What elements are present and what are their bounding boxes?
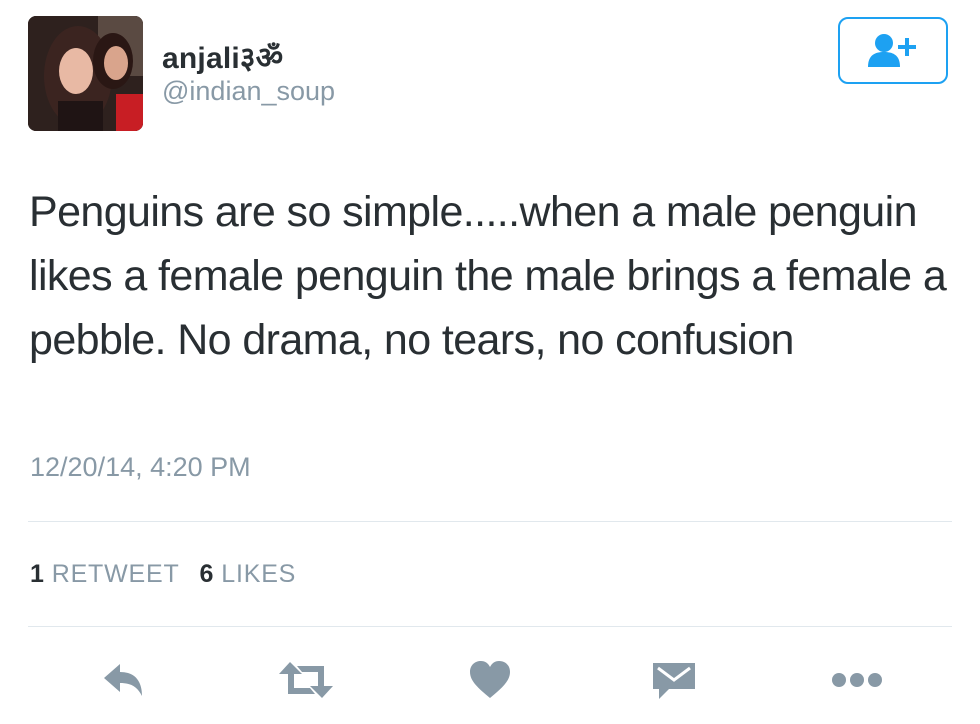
follow-button[interactable] bbox=[838, 17, 948, 84]
timestamp[interactable]: 12/20/14, 4:20 PM bbox=[30, 452, 251, 483]
avatar[interactable] bbox=[28, 16, 143, 131]
reply-icon bbox=[104, 664, 142, 696]
display-name[interactable]: anjali३ॐ bbox=[162, 36, 283, 77]
action-bar bbox=[0, 652, 980, 712]
tweet-stats: 1 RETWEET 6 LIKES bbox=[30, 560, 296, 589]
reply-button[interactable] bbox=[94, 652, 154, 708]
more-icon bbox=[832, 673, 882, 687]
tweet-text: Penguins are so simple.....when a male p… bbox=[29, 188, 947, 364]
divider bbox=[28, 521, 952, 522]
like-button[interactable] bbox=[460, 652, 520, 708]
divider bbox=[28, 626, 952, 627]
avatar-photo bbox=[28, 16, 143, 131]
likes-label: LIKES bbox=[221, 560, 297, 588]
add-user-icon bbox=[868, 33, 916, 67]
retweets-label: RETWEET bbox=[51, 560, 180, 588]
likes-stat[interactable]: 6 LIKES bbox=[200, 560, 297, 589]
retweets-stat[interactable]: 1 RETWEET bbox=[30, 560, 180, 589]
retweet-icon bbox=[279, 662, 333, 698]
more-button[interactable] bbox=[827, 652, 887, 708]
like-icon bbox=[470, 661, 510, 698]
likes-count: 6 bbox=[199, 560, 215, 588]
retweets-count: 1 bbox=[30, 560, 45, 588]
username[interactable]: @indian_soup bbox=[162, 76, 335, 107]
direct-message-icon bbox=[653, 663, 695, 699]
retweet-button[interactable] bbox=[276, 652, 336, 708]
direct-message-button[interactable] bbox=[644, 652, 704, 708]
